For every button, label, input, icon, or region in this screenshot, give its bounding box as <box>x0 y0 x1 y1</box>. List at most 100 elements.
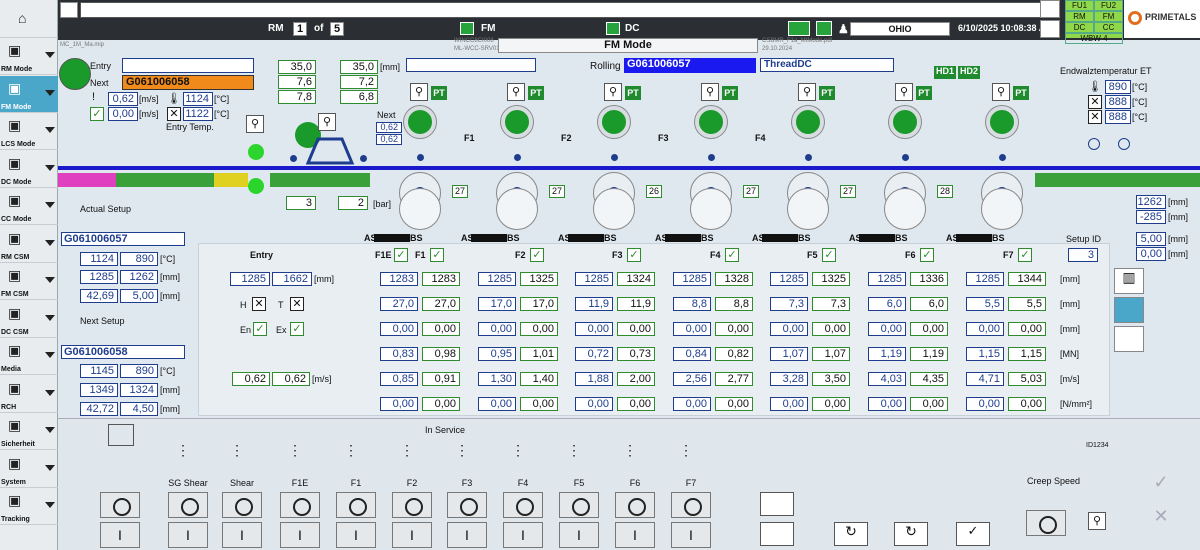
chart-view-button[interactable]: ▥ <box>1114 268 1144 294</box>
service-off-button[interactable] <box>222 492 262 518</box>
chevron-down-icon[interactable] <box>45 314 55 321</box>
strip-line <box>58 166 1200 170</box>
col-f1e-check[interactable]: ✓ <box>394 248 408 262</box>
col-check[interactable]: ✓ <box>1018 248 1032 262</box>
col-check[interactable]: ✓ <box>725 248 739 262</box>
chevron-down-icon[interactable] <box>45 502 55 508</box>
window-icon[interactable] <box>60 2 78 18</box>
service-off-button[interactable] <box>503 492 543 518</box>
sidebar-item-rch[interactable]: ▣ RCH <box>0 376 58 413</box>
entry-check-1[interactable]: ✓ <box>90 107 104 121</box>
home-button[interactable]: ⌂ <box>0 0 58 38</box>
chevron-down-icon[interactable] <box>45 389 55 396</box>
monitor-sync-button[interactable] <box>760 522 794 546</box>
table-cell: 0,00 <box>1008 322 1046 336</box>
service-on-button[interactable]: I <box>503 522 543 548</box>
t-x[interactable]: ✕ <box>290 297 304 311</box>
service-on-button[interactable]: I <box>280 522 320 548</box>
sidebar-item-fm-mode[interactable]: ▣ FM Mode <box>0 75 58 113</box>
service-off-button[interactable] <box>559 492 599 518</box>
dc-link-icon[interactable] <box>606 22 620 35</box>
service-off-button[interactable] <box>615 492 655 518</box>
sidebar-item-cc-mode[interactable]: ▣ CC Mode <box>0 188 58 225</box>
table-view-button[interactable] <box>1114 297 1144 323</box>
entry-search-icon[interactable]: ⚲ <box>246 115 264 133</box>
col-check[interactable]: ✓ <box>822 248 836 262</box>
col-check[interactable]: ✓ <box>530 248 544 262</box>
global-on-button[interactable]: I <box>100 522 140 548</box>
col-check[interactable]: ✓ <box>920 248 934 262</box>
sidebar-item-media[interactable]: ▣ Media <box>0 338 58 375</box>
creep-off-button[interactable] <box>1026 510 1066 536</box>
chevron-down-icon[interactable] <box>45 352 55 358</box>
sidebar-item-tracking[interactable]: ▣ Tracking <box>0 488 58 525</box>
service-on-button[interactable]: I <box>447 522 487 548</box>
setup-id[interactable]: 3 <box>1068 248 1098 262</box>
h-x[interactable]: ✕ <box>252 297 266 311</box>
keyboard-icon[interactable] <box>1040 20 1060 38</box>
next-id-field[interactable]: G061006058 <box>122 75 254 90</box>
sidebar-item-sicherheit[interactable]: ▣ Sicherheit <box>0 413 58 450</box>
service-on-button[interactable]: I <box>336 522 376 548</box>
graph-view-button[interactable] <box>1114 326 1144 352</box>
sidebar-item-system[interactable]: ▣ System <box>0 451 58 488</box>
chevron-down-icon[interactable] <box>45 164 55 171</box>
sidebar-item-dc-csm[interactable]: ▣ DC CSM <box>0 301 58 338</box>
col-check[interactable]: ✓ <box>430 248 444 262</box>
stand-search-icon[interactable]: ⚲ <box>798 83 816 101</box>
service-on-button[interactable]: I <box>222 522 262 548</box>
sidebar-item-rm-csm[interactable]: ▣ RM CSM <box>0 226 58 263</box>
service-off-button[interactable] <box>447 492 487 518</box>
chevron-down-icon[interactable] <box>45 427 55 433</box>
entry-x-1[interactable]: ✕ <box>167 107 181 121</box>
sidebar-item-rm-mode[interactable]: ▣ RM Mode <box>0 38 58 75</box>
cancel-icon[interactable]: ✕ <box>1144 506 1178 536</box>
chevron-down-icon[interactable] <box>45 52 55 58</box>
of-num[interactable]: 5 <box>330 22 344 36</box>
stand-search-icon[interactable]: ⚲ <box>992 83 1010 101</box>
sidebar-item-fm-csm[interactable]: ▣ FM CSM <box>0 263 58 300</box>
service-off-button[interactable] <box>280 492 320 518</box>
chevron-down-icon[interactable] <box>45 89 55 96</box>
trend-button[interactable]: ✓ <box>956 522 990 546</box>
global-off-button[interactable] <box>100 492 140 518</box>
stand-search-icon[interactable]: ⚲ <box>701 83 719 101</box>
col-check[interactable]: ✓ <box>627 248 641 262</box>
et-x-1[interactable]: ✕ <box>1088 95 1102 109</box>
cycle-button-1[interactable]: ↻ <box>834 522 868 546</box>
service-off-button[interactable] <box>168 492 208 518</box>
chevron-down-icon[interactable] <box>45 464 55 471</box>
stand-search-icon[interactable]: ⚲ <box>507 83 525 101</box>
sidebar-item-lcs-mode[interactable]: ▣ LCS Mode <box>0 113 58 150</box>
chevron-down-icon[interactable] <box>45 127 55 133</box>
service-on-button[interactable]: I <box>615 522 655 548</box>
chevron-down-icon[interactable] <box>45 202 55 208</box>
stand-search-icon[interactable]: ⚲ <box>410 83 428 101</box>
chevron-down-icon[interactable] <box>45 239 55 246</box>
printer-icon[interactable] <box>1040 0 1060 18</box>
sidebar-item-dc-mode[interactable]: ▣ DC Mode <box>0 151 58 188</box>
monitor-button[interactable] <box>760 492 794 516</box>
descaler-search-icon[interactable]: ⚲ <box>318 113 336 131</box>
service-off-button[interactable] <box>392 492 432 518</box>
fm-link-icon[interactable] <box>460 22 474 35</box>
rm-num[interactable]: 1 <box>293 22 307 36</box>
service-on-button[interactable]: I <box>671 522 711 548</box>
stand-search-icon[interactable]: ⚲ <box>895 83 913 101</box>
service-on-button[interactable]: I <box>392 522 432 548</box>
operator-icon[interactable] <box>788 21 810 36</box>
confirm-icon[interactable]: ✓ <box>1144 472 1178 506</box>
service-off-button[interactable] <box>336 492 376 518</box>
disable-screen-icon[interactable] <box>108 424 134 446</box>
en-check[interactable]: ✓ <box>253 322 267 336</box>
cycle-button-2[interactable]: ↻ <box>894 522 928 546</box>
service-on-button[interactable]: I <box>168 522 208 548</box>
entry-id-field[interactable] <box>122 58 254 73</box>
bottom-search-icon[interactable]: ⚲ <box>1088 512 1106 530</box>
chevron-down-icon[interactable] <box>45 277 55 283</box>
et-x-2[interactable]: ✕ <box>1088 110 1102 124</box>
service-on-button[interactable]: I <box>559 522 599 548</box>
ex-check[interactable]: ✓ <box>290 322 304 336</box>
stand-search-icon[interactable]: ⚲ <box>604 83 622 101</box>
service-off-button[interactable] <box>671 492 711 518</box>
